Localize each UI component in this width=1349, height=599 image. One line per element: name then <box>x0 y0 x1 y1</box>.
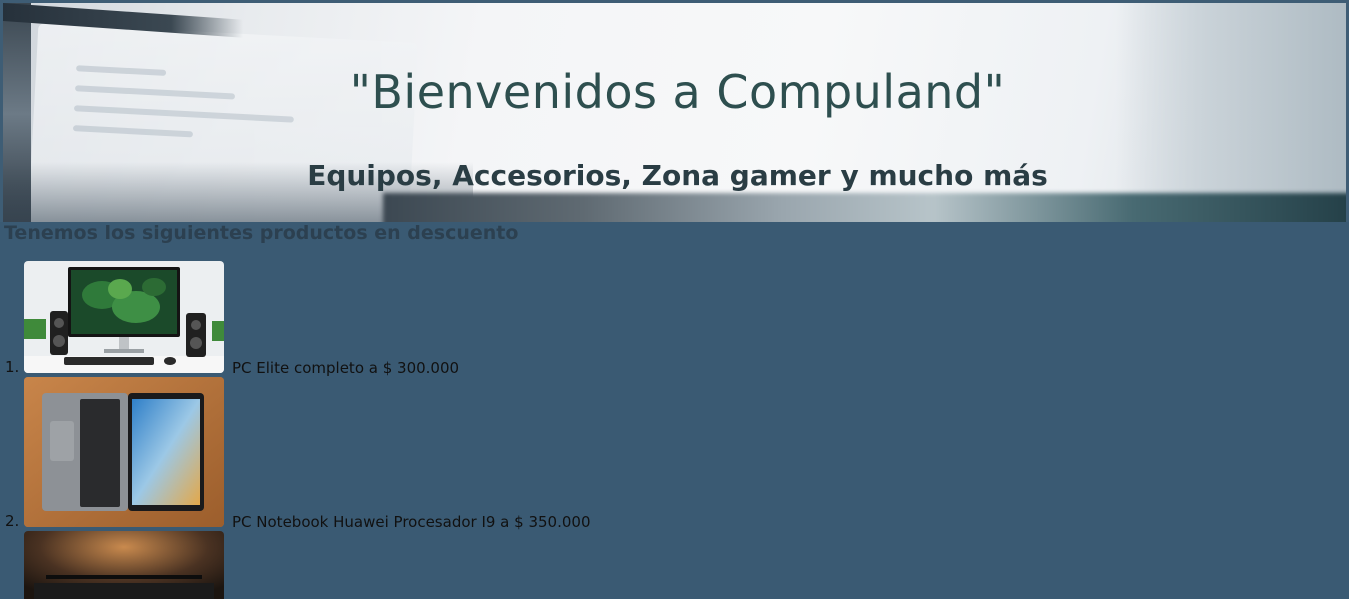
page: "Bienvenidos a Compuland" Equipos, Acces… <box>0 0 1349 599</box>
notebook-image <box>24 377 224 527</box>
product-caption: PC Notebook Huawei Procesador I9 a $ 350… <box>232 513 591 531</box>
hero-title: "Bienvenidos a Compuland" <box>349 65 1006 119</box>
list-number: 2. <box>5 512 20 530</box>
hero-banner: "Bienvenidos a Compuland" Equipos, Acces… <box>0 0 1349 222</box>
product-caption: PC Elite completo a $ 300.000 <box>232 359 460 377</box>
monitor-lamp-image <box>24 531 224 599</box>
desktop-pc-image <box>24 261 224 373</box>
list-number: 1. <box>5 358 20 376</box>
hero-subtitle: Equipos, Accesorios, Zona gamer y mucho … <box>307 159 1048 192</box>
section-heading: Tenemos los siguientes productos en desc… <box>4 222 519 244</box>
